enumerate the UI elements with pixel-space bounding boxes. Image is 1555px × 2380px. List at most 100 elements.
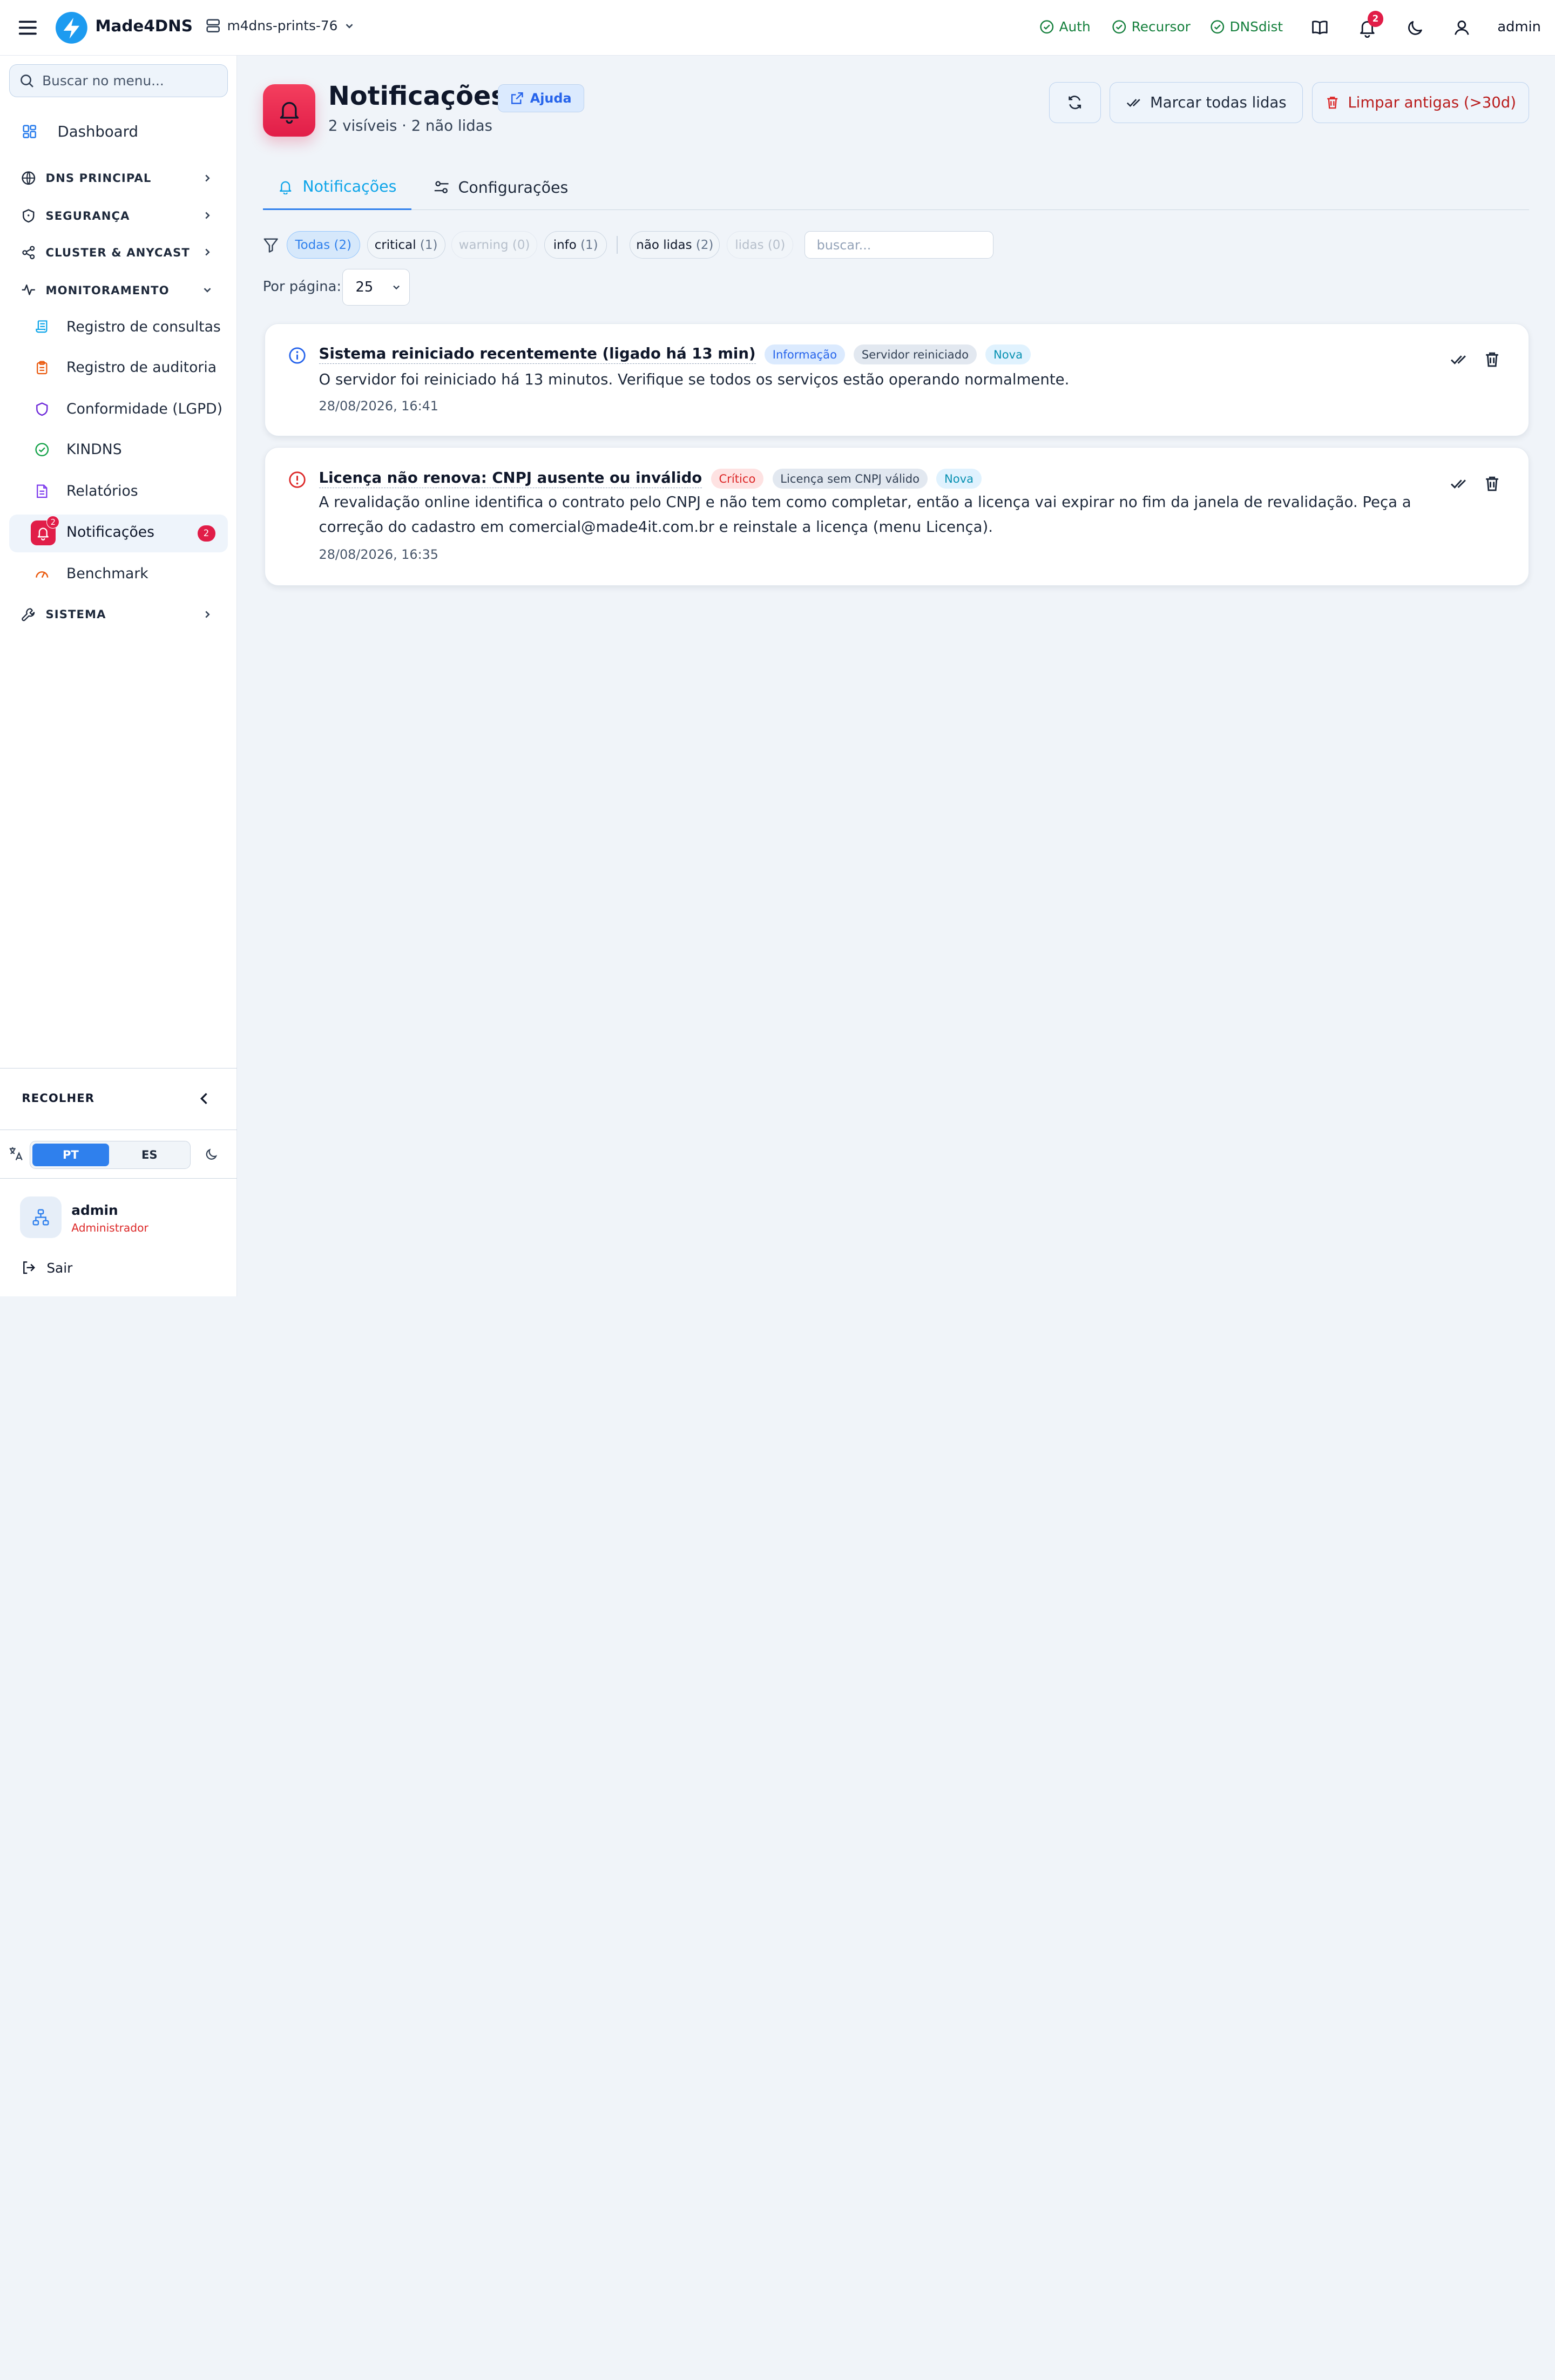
sidebar-section-system[interactable]: SISTEMA <box>21 607 219 622</box>
language-toggle: PT ES <box>30 1141 191 1169</box>
chip-count: (0) <box>512 238 530 252</box>
notification-header: Sistema reiniciado recentemente (ligado … <box>319 344 1031 365</box>
notification-card: Licença não renova: CNPJ ausente ou invá… <box>265 447 1530 586</box>
app: Made4DNS m4dns-prints-76 Auth Recursor D… <box>0 0 1555 1296</box>
per-page-label: Por página: <box>262 279 341 295</box>
notification-body: O servidor foi reiniciado há 13 minutos.… <box>319 370 1070 388</box>
main-content: Notificações Ajuda 2 visíveis · 2 não li… <box>238 56 1555 1296</box>
status-label: DNSdist <box>1229 18 1283 35</box>
trash-icon[interactable] <box>1483 350 1501 368</box>
book-icon[interactable] <box>1310 18 1330 38</box>
collapse-bar[interactable]: RECOLHER <box>0 1068 237 1130</box>
globe-icon <box>21 171 35 185</box>
sidebar-section-monitoring[interactable]: MONITORAMENTO <box>21 282 219 298</box>
filter-warning[interactable]: warning (0) <box>451 231 538 259</box>
sidebar-item-reports[interactable]: Relatórios <box>35 483 138 499</box>
sidebar-item-label: Relatórios <box>66 483 138 500</box>
info-circle-icon <box>288 347 306 364</box>
brand-name: Made4DNS <box>95 17 193 36</box>
tab-settings[interactable]: Configurações <box>434 165 568 210</box>
menu-search <box>9 64 228 97</box>
wrench-icon <box>21 608 35 621</box>
check-circle-icon <box>35 443 49 457</box>
lang-es-button[interactable]: ES <box>111 1144 188 1166</box>
filter-critical[interactable]: critical (1) <box>367 231 445 259</box>
notification-date: 28/08/2026, 16:41 <box>319 398 438 414</box>
user-icon[interactable] <box>1452 18 1472 38</box>
chip-label: warning <box>458 238 509 252</box>
chevron-right-icon <box>205 174 210 182</box>
status-label: Auth <box>1059 18 1091 35</box>
shield-icon <box>36 402 48 416</box>
mark-read-icon[interactable] <box>1450 350 1468 368</box>
menu-search-input[interactable] <box>42 73 211 89</box>
sidebar-item-dashboard[interactable]: Dashboard <box>22 123 138 140</box>
chevron-down-icon <box>346 24 353 29</box>
logout-button[interactable]: Sair <box>22 1260 72 1276</box>
server-selector[interactable]: m4dns-prints-76 <box>205 18 355 33</box>
sidebar-section-security[interactable]: SEGURANÇA <box>21 208 219 224</box>
mark-all-read-button[interactable]: Marcar todas lidas <box>1110 82 1303 123</box>
status-dnsdist: DNSdist <box>1210 19 1283 35</box>
brand-logo-icon <box>55 12 87 44</box>
filter-all[interactable]: Todas (2) <box>286 231 360 259</box>
chevron-down-icon <box>204 288 211 293</box>
filter-info[interactable]: info (1) <box>544 231 607 259</box>
sidebar-item-query-log[interactable]: Registro de consultas <box>35 319 221 335</box>
filter-read[interactable]: lidas (0) <box>727 231 794 259</box>
notification-badge: 2 <box>1367 11 1384 27</box>
user-name: admin <box>71 1202 118 1219</box>
sidebar-item-label: Conformidade (LGPD) <box>66 401 223 417</box>
moon-icon[interactable] <box>204 1147 219 1162</box>
clear-old-button[interactable]: Limpar antigas (>30d) <box>1311 82 1530 123</box>
notification-badge: 2 <box>46 516 60 529</box>
notification-header: Licença não renova: CNPJ ausente ou invá… <box>319 468 982 489</box>
user-panel: admin Administrador Sair <box>0 1178 237 1296</box>
topbar-username[interactable]: admin <box>1497 19 1541 35</box>
check-circle-icon <box>1211 19 1224 33</box>
sidebar-section-cluster[interactable]: CLUSTER & ANYCAST <box>21 245 219 260</box>
trash-icon[interactable] <box>1483 475 1501 492</box>
tab-label: Notificações <box>302 178 397 196</box>
logout-icon <box>23 1261 36 1274</box>
chip-count: (1) <box>580 238 598 252</box>
trash-icon <box>1327 97 1338 109</box>
refresh-button[interactable] <box>1049 82 1101 123</box>
sidebar-section-dns[interactable]: DNS PRINCIPAL <box>21 171 219 186</box>
scroll-icon <box>36 320 48 333</box>
bell-icon <box>262 84 316 137</box>
sidebar-item-kindns[interactable]: KINDNS <box>35 441 122 458</box>
chip-count: (2) <box>334 238 352 252</box>
filter-search-input[interactable] <box>804 231 994 259</box>
sidebar-item-label: Dashboard <box>57 123 138 140</box>
category-badge: Servidor reiniciado <box>854 344 977 365</box>
notification-title[interactable]: Licença não renova: CNPJ ausente ou invá… <box>319 469 702 488</box>
help-label: Ajuda <box>530 90 572 106</box>
sidebar-item-benchmark[interactable]: Benchmark <box>35 565 148 582</box>
mark-read-icon[interactable] <box>1450 475 1468 492</box>
menu-icon[interactable] <box>18 18 38 38</box>
moon-icon[interactable] <box>1405 18 1425 38</box>
sidebar-item-label: KINDNS <box>66 441 122 458</box>
file-text-icon <box>37 484 48 498</box>
help-button[interactable]: Ajuda <box>498 84 584 112</box>
sidebar-item-audit-log[interactable]: Registro de auditoria <box>35 359 217 376</box>
sidebar-item-compliance[interactable]: Conformidade (LGPD) <box>35 401 222 417</box>
user-role: Administrador <box>71 1221 148 1234</box>
tab-notifications[interactable]: Notificações <box>262 165 412 211</box>
button-label: Limpar antigas (>30d) <box>1348 94 1516 112</box>
dashboard-icon <box>23 125 37 139</box>
lang-pt-button[interactable]: PT <box>32 1143 110 1166</box>
status-label: Recursor <box>1131 18 1191 35</box>
per-page-select[interactable]: 25 <box>342 268 410 306</box>
chevron-right-icon <box>205 212 210 219</box>
status-recursor: Recursor <box>1112 19 1191 35</box>
notification-title[interactable]: Sistema reiniciado recentemente (ligado … <box>319 345 756 364</box>
avatar <box>19 1196 62 1239</box>
chevron-left-icon[interactable] <box>198 1091 212 1106</box>
filter-unread[interactable]: não lidas (2) <box>630 231 720 259</box>
sidebar: Dashboard DNS PRINCIPAL SEGURANÇA CLUSTE… <box>0 55 237 1296</box>
chip-label: não lidas <box>636 238 692 252</box>
double-check-icon <box>1126 99 1140 107</box>
chip-label: info <box>553 238 577 252</box>
